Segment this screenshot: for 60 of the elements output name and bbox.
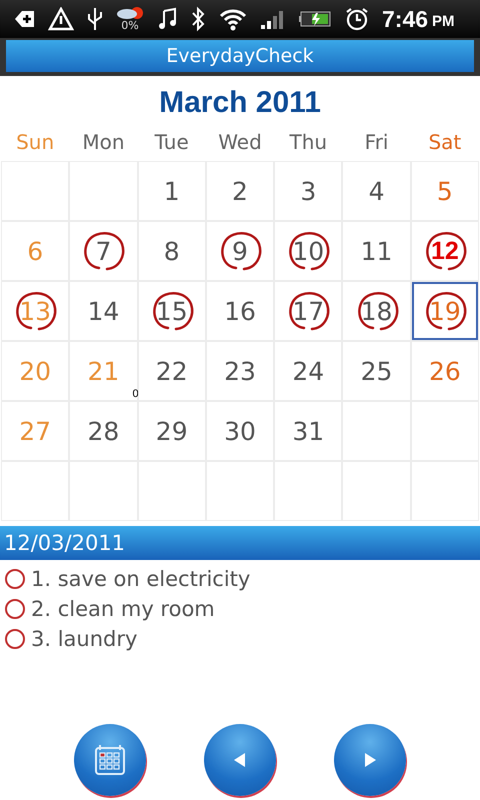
- day-number: 23: [224, 356, 256, 386]
- selected-date: 12/03/2011: [4, 531, 126, 555]
- weekday-label: Sun: [16, 130, 54, 154]
- battery-charging-icon: [298, 9, 332, 29]
- bluetooth-icon: [190, 6, 206, 32]
- day-number: 8: [164, 236, 180, 266]
- usb-icon: [86, 6, 104, 32]
- day-number: 27: [19, 416, 52, 446]
- day-number: 11: [360, 236, 392, 266]
- add-icon: [14, 8, 36, 30]
- weekday-label: Fri: [364, 130, 388, 154]
- app-title: EverydayCheck: [166, 45, 314, 67]
- day-number: 19: [428, 296, 461, 326]
- weekday-label: Wed: [218, 130, 262, 154]
- day-number: 1: [164, 176, 180, 206]
- task-label: 3. laundry: [31, 627, 138, 651]
- weekday-label: Sat: [428, 130, 462, 154]
- day-number: 10: [292, 236, 324, 266]
- day-number: 29: [156, 416, 188, 446]
- clock-meridiem: PM: [432, 12, 455, 30]
- day-number: 9: [232, 236, 248, 266]
- day-number: 30: [224, 416, 256, 446]
- day-number: 31: [292, 416, 324, 446]
- day-number: 20: [19, 356, 52, 386]
- day-number: 4: [368, 176, 385, 206]
- month-title: March 2011: [159, 86, 321, 119]
- day-number: 14: [88, 296, 120, 326]
- task-checkbox[interactable]: [3, 627, 27, 651]
- day-number: 13: [19, 296, 52, 326]
- weekday-label: Tue: [154, 130, 189, 154]
- weekday-label: Thu: [289, 130, 328, 154]
- day-number: 25: [360, 356, 392, 386]
- weather-icon: [116, 6, 144, 20]
- task-label: 1. save on electricity: [31, 567, 250, 591]
- day-number: 15: [156, 296, 188, 326]
- day-number: 28: [88, 416, 120, 446]
- day-number: 6: [27, 236, 44, 266]
- battery-percent: 0%: [121, 20, 139, 32]
- day-number: 2: [232, 176, 248, 206]
- day-number: 26: [428, 356, 461, 386]
- task-label: 2. clean my room: [31, 597, 215, 621]
- day-number: 22: [156, 356, 188, 386]
- day-number: 24: [292, 356, 324, 386]
- day-number: 3: [300, 176, 316, 206]
- day-count: 0: [132, 388, 139, 400]
- day-number: 7: [95, 236, 112, 266]
- music-note-icon: [156, 7, 178, 31]
- day-number: 21: [88, 356, 120, 386]
- task-checkbox[interactable]: [3, 567, 27, 591]
- day-number: 18: [360, 296, 392, 326]
- day-number: 12: [430, 236, 459, 266]
- clock-time: 7:46: [382, 6, 428, 32]
- alarm-clock-icon: [344, 6, 370, 32]
- day-number: 5: [436, 176, 453, 206]
- day-number: 16: [224, 296, 256, 326]
- wifi-icon: [218, 7, 248, 31]
- day-number: 17: [292, 296, 324, 326]
- task-checkbox[interactable]: [3, 597, 27, 621]
- warning-icon: [48, 7, 74, 31]
- weekday-label: Mon: [82, 130, 124, 154]
